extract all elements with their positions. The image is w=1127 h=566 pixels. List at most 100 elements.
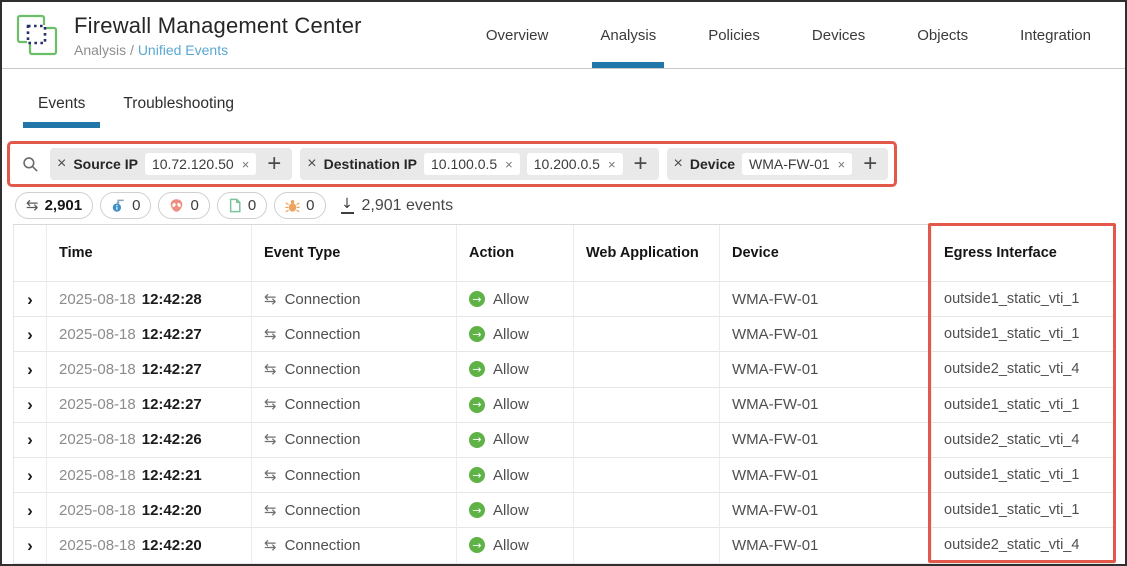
filter-value-chip[interactable]: WMA-FW-01× (742, 153, 852, 175)
event-date: 2025-08-18 (59, 431, 136, 448)
add-value-icon[interactable]: + (634, 154, 648, 173)
counter-pill-file[interactable]: 0 (217, 192, 267, 219)
filter-search-bar[interactable]: ×Source IP10.72.120.50×+×Destination IP1… (7, 141, 897, 187)
cell-web-application (574, 493, 720, 528)
remove-value-icon[interactable]: × (505, 157, 513, 172)
expand-row-button[interactable]: › (14, 423, 47, 458)
counter-pill-bug[interactable]: 0 (274, 192, 325, 219)
download-events-button[interactable]: ↓ 2,901 events (341, 197, 454, 215)
event-type-label: Connection (285, 431, 361, 448)
search-icon (22, 156, 39, 173)
counter-pill-intrusion[interactable]: 0 (100, 192, 151, 219)
nav-tab-analysis[interactable]: Analysis (574, 2, 682, 68)
chevron-right-icon: › (27, 396, 33, 413)
expand-row-button[interactable]: › (14, 528, 47, 563)
remove-filter-icon[interactable]: × (57, 156, 66, 172)
cell-time: 2025-08-1812:42:27 (47, 317, 252, 352)
remove-value-icon[interactable]: × (242, 157, 250, 172)
filter-value-chip[interactable]: 10.200.0.5× (527, 153, 623, 175)
filter-label: Device (690, 156, 735, 172)
column-header-web-application[interactable]: Web Application (574, 225, 720, 282)
cell-web-application (574, 282, 720, 317)
events-total-label: 2,901 events (362, 197, 454, 215)
column-header-time[interactable]: Time (47, 225, 252, 282)
chevron-right-icon: › (27, 291, 33, 308)
column-header-device[interactable]: Device (720, 225, 932, 282)
firewall-logo-icon (14, 12, 60, 58)
allow-icon: → (469, 361, 485, 377)
filter-group-destination-ip[interactable]: ×Destination IP10.100.0.5×10.200.0.5×+ (300, 148, 658, 180)
cell-time: 2025-08-1812:42:27 (47, 388, 252, 423)
filter-value-chip[interactable]: 10.100.0.5 × (424, 153, 520, 175)
counter-value: 0 (248, 197, 256, 214)
allow-icon: → (469, 432, 485, 448)
connection-type-icon: ⇆ (264, 362, 277, 377)
expand-row-button[interactable]: › (14, 388, 47, 423)
counter-pill-malware[interactable]: 0 (158, 192, 209, 219)
cell-action: →Allow (457, 458, 574, 493)
expand-row-button[interactable]: › (14, 352, 47, 387)
remove-filter-icon[interactable]: × (307, 156, 316, 172)
connection-type-icon: ⇆ (264, 292, 277, 307)
cell-time: 2025-08-1812:42:26 (47, 423, 252, 458)
event-time: 12:42:27 (142, 326, 202, 343)
expand-row-button[interactable]: › (14, 282, 47, 317)
events-table-wrap: TimeEvent TypeActionWeb ApplicationDevic… (13, 224, 1115, 564)
expand-row-button[interactable]: › (14, 458, 47, 493)
filter-group-device[interactable]: × Device WMA-FW-01× + (667, 148, 889, 180)
filter-value: 10.100.0.5 (431, 156, 497, 172)
expand-row-button[interactable]: › (14, 493, 47, 528)
nav-tab-objects[interactable]: Objects (891, 2, 994, 68)
cell-device: WMA-FW-01 (720, 317, 932, 352)
nav-tab-policies[interactable]: Policies (682, 2, 786, 68)
event-type-label: Connection (285, 467, 361, 484)
connection-type-icon: ⇆ (264, 397, 277, 412)
allow-icon: → (469, 397, 485, 413)
event-type-label: Connection (285, 502, 361, 519)
chevron-right-icon: › (27, 326, 33, 343)
expand-row-button[interactable]: › (14, 317, 47, 352)
column-header-event-type[interactable]: Event Type (252, 225, 457, 282)
nav-tab-overview[interactable]: Overview (460, 2, 575, 68)
cell-action: →Allow (457, 423, 574, 458)
column-header-egress-interface[interactable]: Egress Interface (932, 225, 1115, 282)
add-value-icon[interactable]: + (267, 154, 281, 173)
counter-pill-connection[interactable]: ⇆2,901 (15, 192, 93, 219)
cell-event-type: ⇆Connection (252, 388, 457, 423)
cell-time: 2025-08-1812:42:21 (47, 458, 252, 493)
cell-device: WMA-FW-01 (720, 493, 932, 528)
action-label: Allow (493, 361, 529, 378)
cell-device: WMA-FW-01 (720, 423, 932, 458)
allow-icon: → (469, 326, 485, 342)
filter-value-chip[interactable]: 10.72.120.50× (145, 153, 256, 175)
add-value-icon[interactable]: + (863, 154, 877, 173)
event-type-label: Connection (285, 361, 361, 378)
cell-event-type: ⇆Connection (252, 423, 457, 458)
cell-egress-interface: outside1_static_vti_1 (932, 458, 1115, 493)
counter-value: 2,901 (45, 197, 83, 214)
remove-filter-icon[interactable]: × (674, 156, 683, 172)
cell-action: →Allow (457, 528, 574, 563)
connection-type-icon: ⇆ (264, 327, 277, 342)
column-header-action[interactable]: Action (457, 225, 574, 282)
breadcrumb-page-link[interactable]: Unified Events (138, 42, 228, 58)
tab-troubleshooting[interactable]: Troubleshooting (108, 87, 249, 128)
cell-time: 2025-08-1812:42:20 (47, 528, 252, 563)
event-date: 2025-08-18 (59, 467, 136, 484)
action-label: Allow (493, 326, 529, 343)
download-icon: ↓ (341, 197, 354, 214)
cell-event-type: ⇆ Connection (252, 352, 457, 387)
action-label: Allow (493, 502, 529, 519)
action-label: Allow (493, 467, 529, 484)
chevron-right-icon: › (27, 502, 33, 519)
breadcrumb-section: Analysis (74, 42, 126, 58)
tab-events[interactable]: Events (23, 87, 100, 128)
nav-tab-devices[interactable]: Devices (786, 2, 891, 68)
remove-value-icon[interactable]: × (608, 157, 616, 172)
remove-value-icon[interactable]: × (838, 157, 846, 172)
filter-group-source-ip[interactable]: ×Source IP10.72.120.50×+ (50, 148, 292, 180)
cell-egress-interface: outside1_static_vti_1 (932, 493, 1115, 528)
filter-label: Destination IP (324, 156, 417, 172)
chevron-right-icon: › (27, 467, 33, 484)
nav-tab-integration[interactable]: Integration (994, 2, 1117, 68)
